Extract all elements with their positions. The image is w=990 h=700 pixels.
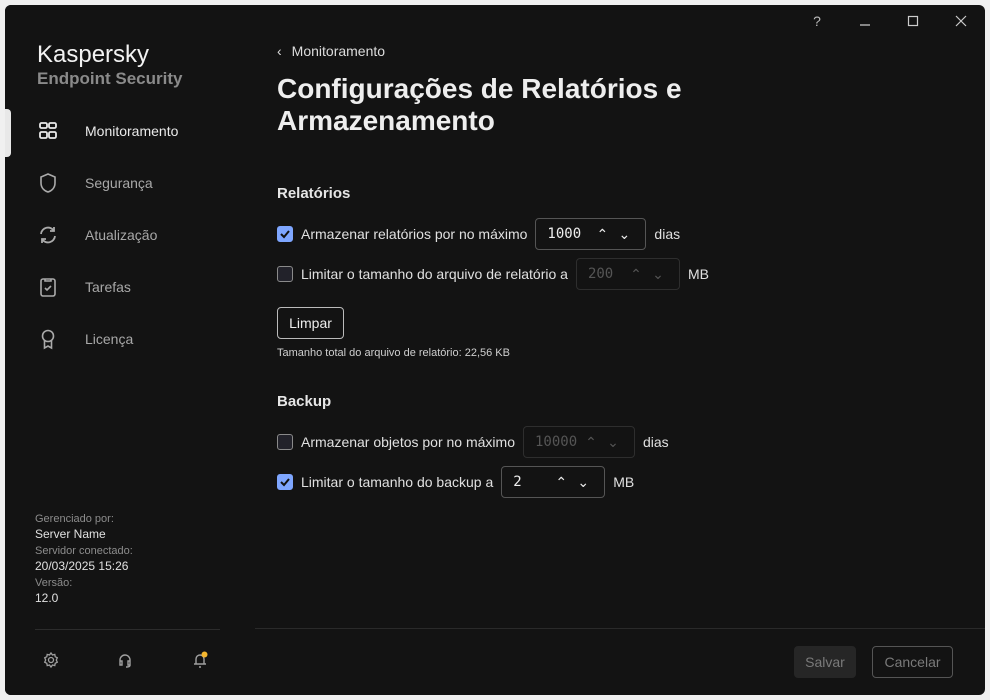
shield-icon	[37, 172, 59, 194]
sidebar-divider	[35, 629, 220, 630]
limit-reports-stepper[interactable]: 200⌃⌄	[576, 258, 680, 290]
check-icon	[279, 476, 291, 488]
store-reports-label: Armazenar relatórios por no máximo	[301, 226, 527, 242]
chevron-down-icon[interactable]: ⌄	[647, 266, 669, 283]
breadcrumb-link[interactable]: Monitoramento	[292, 43, 385, 59]
limit-backup-row: Limitar o tamanho do backup a 2⌃⌄ MB	[277, 466, 634, 498]
sidebar-item-label: Monitoramento	[85, 123, 178, 139]
breadcrumb[interactable]: ‹ Monitoramento	[277, 43, 385, 59]
chevron-up-icon[interactable]: ⌃	[625, 266, 647, 283]
gear-icon[interactable]	[42, 651, 60, 669]
close-icon[interactable]	[951, 11, 971, 31]
check-icon	[279, 228, 291, 240]
clear-button[interactable]: Limpar	[277, 307, 344, 339]
total-size-text: Tamanho total do arquivo de relatório: 2…	[277, 347, 510, 359]
award-icon	[37, 328, 59, 350]
limit-reports-row: Limitar o tamanho do arquivo de relatóri…	[277, 258, 709, 290]
sidebar-item-label: Licença	[85, 331, 133, 347]
store-objects-checkbox[interactable]	[277, 434, 293, 450]
limit-backup-checkbox[interactable]	[277, 474, 293, 490]
unit-label: dias	[643, 434, 669, 450]
main-panel: ? ‹ Monitoramento Configurações de Relató…	[255, 5, 985, 695]
cancel-button[interactable]: Cancelar	[872, 646, 953, 678]
help-button[interactable]: ?	[807, 13, 827, 33]
unit-label: MB	[688, 266, 709, 282]
version-label: Versão:	[35, 577, 72, 589]
store-reports-stepper[interactable]: 1000⌃⌄	[535, 218, 646, 250]
sidebar-item-label: Segurança	[85, 175, 153, 191]
refresh-icon	[37, 224, 59, 246]
limit-reports-label: Limitar o tamanho do arquivo de relatóri…	[301, 266, 568, 282]
chevron-up-icon[interactable]: ⌃	[580, 434, 602, 451]
store-objects-label: Armazenar objetos por no máximo	[301, 434, 515, 450]
stepper-value[interactable]: 2	[513, 474, 550, 490]
clipboard-check-icon	[37, 276, 59, 298]
sidebar: Kaspersky Endpoint Security Monitorament…	[5, 5, 255, 695]
unit-label: dias	[654, 226, 680, 242]
sidebar-item-atualizacao[interactable]: Atualização	[5, 213, 255, 257]
dashboard-icon	[37, 120, 59, 142]
brand-name: Kaspersky	[37, 41, 149, 69]
managed-by-value: Server Name	[35, 527, 106, 541]
sidebar-item-label: Tarefas	[85, 279, 131, 295]
product-name: Endpoint Security	[37, 69, 182, 89]
sidebar-item-monitoramento[interactable]: Monitoramento	[5, 109, 255, 153]
app-window: Kaspersky Endpoint Security Monitorament…	[5, 5, 985, 695]
store-objects-stepper[interactable]: 10000⌃⌄	[523, 426, 635, 458]
stepper-value[interactable]: 200	[588, 266, 625, 282]
minimize-icon[interactable]	[855, 15, 875, 35]
stepper-value[interactable]: 10000	[535, 434, 580, 450]
maximize-icon[interactable]	[903, 11, 923, 31]
server-connected-value: 20/03/2025 15:26	[35, 559, 128, 573]
limit-backup-stepper[interactable]: 2⌃⌄	[501, 466, 605, 498]
store-reports-row: Armazenar relatórios por no máximo 1000⌃…	[277, 218, 680, 250]
store-reports-checkbox[interactable]	[277, 226, 293, 242]
managed-by-label: Gerenciado por:	[35, 513, 114, 525]
sidebar-item-licenca[interactable]: Licença	[5, 317, 255, 361]
sidebar-item-tarefas[interactable]: Tarefas	[5, 265, 255, 309]
limit-backup-label: Limitar o tamanho do backup a	[301, 474, 493, 490]
chevron-left-icon: ‹	[277, 43, 282, 59]
sidebar-item-seguranca[interactable]: Segurança	[5, 161, 255, 205]
limit-reports-checkbox[interactable]	[277, 266, 293, 282]
chevron-up-icon[interactable]: ⌃	[550, 474, 572, 491]
store-objects-row: Armazenar objetos por no máximo 10000⌃⌄ …	[277, 426, 669, 458]
chevron-down-icon[interactable]: ⌄	[602, 434, 624, 451]
page-title: Configurações de Relatórios e Armazename…	[277, 73, 757, 137]
version-value: 12.0	[35, 591, 58, 605]
unit-label: MB	[613, 474, 634, 490]
save-button[interactable]: Salvar	[794, 646, 856, 678]
chevron-down-icon[interactable]: ⌄	[572, 474, 594, 491]
backup-section-title: Backup	[277, 393, 331, 410]
server-connected-label: Servidor conectado:	[35, 545, 133, 557]
stepper-value[interactable]: 1000	[547, 226, 591, 242]
footer-divider	[255, 628, 985, 629]
reports-section-title: Relatórios	[277, 185, 350, 202]
headset-icon[interactable]	[116, 651, 134, 669]
chevron-down-icon[interactable]: ⌄	[613, 226, 635, 243]
notification-bell-icon[interactable]	[191, 651, 209, 669]
chevron-up-icon[interactable]: ⌃	[591, 226, 613, 243]
sidebar-item-label: Atualização	[85, 227, 157, 243]
